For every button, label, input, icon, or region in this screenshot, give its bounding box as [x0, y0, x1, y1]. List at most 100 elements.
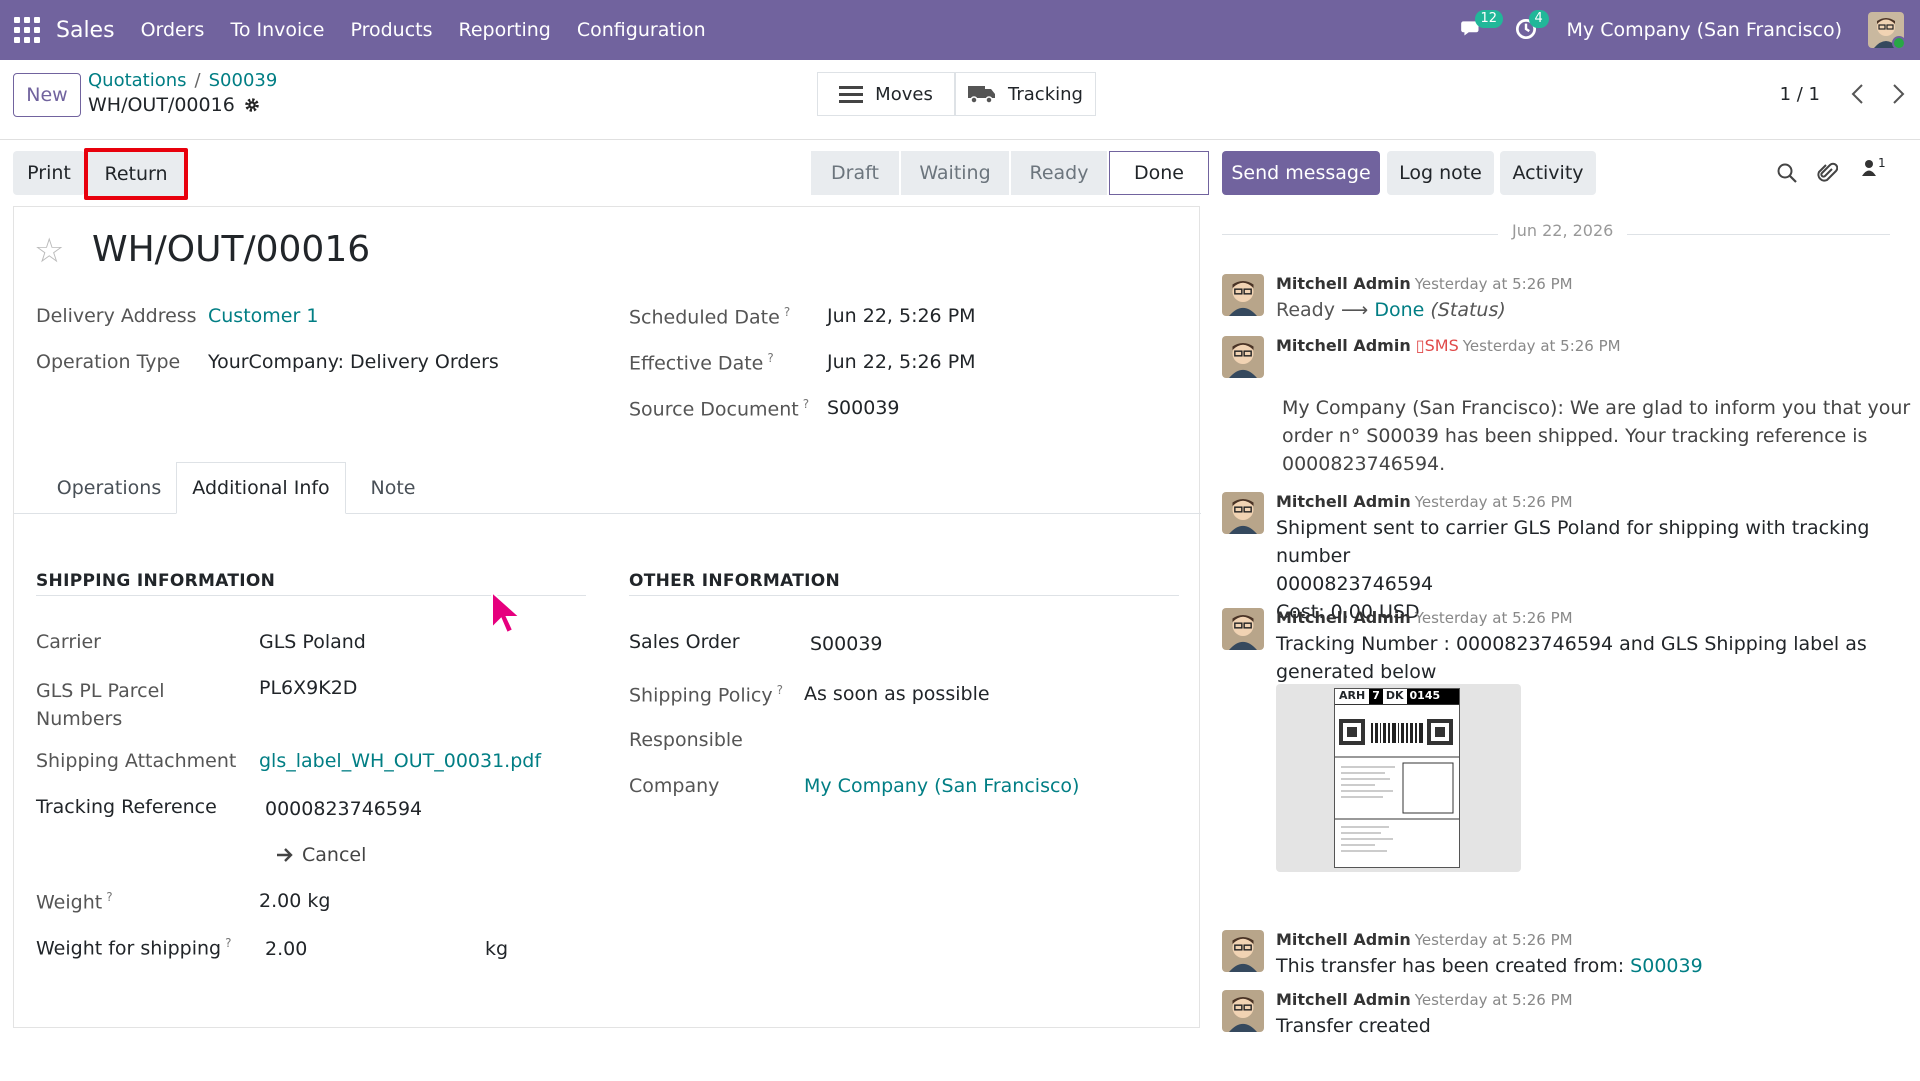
author-avatar[interactable]: [1222, 608, 1264, 650]
effective-date-label: Effective Date?: [629, 351, 774, 375]
message-body: This transfer has been created from: S00…: [1276, 955, 1703, 977]
shipping-label-sheet: ARH 7 DK 0145: [1334, 688, 1460, 868]
menu-configuration[interactable]: Configuration: [577, 19, 706, 41]
sales-order-value[interactable]: S00039: [810, 633, 883, 655]
gear-icon[interactable]: [243, 96, 261, 114]
tab-additional-info[interactable]: Additional Info: [176, 462, 346, 514]
menu-to-invoice[interactable]: To Invoice: [230, 19, 324, 41]
cancel-shipment-button[interactable]: Cancel: [276, 844, 366, 866]
breadcrumb-order[interactable]: S00039: [209, 70, 278, 91]
date-separator: Jun 22, 2026: [1222, 221, 1890, 240]
followers-button[interactable]: 1: [1860, 156, 1886, 178]
author-avatar[interactable]: [1222, 492, 1264, 534]
operation-type-label: Operation Type: [36, 351, 181, 373]
carrier-value[interactable]: GLS Poland: [259, 631, 366, 653]
shipping-info-heading: SHIPPING INFORMATION: [36, 571, 276, 591]
app-name[interactable]: Sales: [56, 18, 115, 43]
shipping-policy-label: Shipping Policy?: [629, 683, 783, 707]
source-order-link[interactable]: S00039: [1630, 955, 1703, 977]
breadcrumb: Quotations / S00039: [88, 70, 277, 91]
tracking-reference-value[interactable]: 0000823746594: [265, 798, 422, 820]
mouse-pointer-icon: [491, 590, 523, 635]
tracking-old-value: Ready: [1276, 299, 1335, 321]
messages-icon[interactable]: 12: [1459, 10, 1504, 44]
list-icon: [839, 86, 864, 103]
menu-reporting[interactable]: Reporting: [459, 19, 551, 41]
tracking-reference-label: Tracking Reference: [36, 796, 217, 818]
weight-for-shipping-input[interactable]: 2.00: [265, 938, 307, 960]
menu-products[interactable]: Products: [350, 19, 432, 41]
parcel-numbers-label: GLS PL Parcel Numbers: [36, 680, 165, 730]
message-author[interactable]: Mitchell Admin: [1276, 492, 1411, 511]
stage-draft[interactable]: Draft: [811, 151, 901, 195]
tracking-label: Tracking: [1008, 83, 1083, 105]
shipping-label-image[interactable]: ARH 7 DK 0145: [1276, 684, 1521, 872]
delivery-address-value[interactable]: Customer 1: [208, 305, 318, 327]
operation-type-value[interactable]: YourCompany: Delivery Orders: [208, 351, 499, 373]
moves-smart-button[interactable]: Moves: [817, 72, 955, 116]
sales-order-label: Sales Order: [629, 631, 740, 653]
print-button[interactable]: Print: [13, 151, 85, 195]
followers-count: 1: [1878, 156, 1886, 170]
activities-badge: 4: [1528, 10, 1549, 28]
pager-value[interactable]: 1 / 1: [1780, 84, 1820, 105]
message-author[interactable]: Mitchell Admin: [1276, 990, 1411, 1009]
star-icon[interactable]: ☆: [34, 231, 64, 271]
send-message-button[interactable]: Send message: [1222, 151, 1380, 195]
parcel-numbers-value[interactable]: PL6X9K2D: [259, 677, 357, 699]
carrier-label: Carrier: [36, 631, 101, 653]
message-time: Yesterday at 5:26 PM: [1414, 991, 1573, 1009]
paperclip-icon[interactable]: [1816, 161, 1838, 185]
tab-operations[interactable]: Operations: [44, 462, 174, 514]
activity-button[interactable]: Activity: [1500, 151, 1596, 195]
messages-badge: 12: [1474, 10, 1504, 28]
systray: 12 4 My Company (San Francisco): [1459, 0, 1904, 60]
app-menu-icon[interactable]: [14, 17, 40, 43]
stage-ready[interactable]: Ready: [1011, 151, 1109, 195]
label-code: ARH: [1339, 689, 1366, 702]
message-author[interactable]: Mitchell Admin: [1276, 608, 1411, 627]
label-code: 7: [1369, 689, 1383, 704]
source-document-value[interactable]: S00039: [827, 397, 900, 419]
shipping-attachment-link[interactable]: gls_label_WH_OUT_00031.pdf: [259, 750, 541, 772]
breadcrumb-quotations[interactable]: Quotations: [88, 70, 187, 91]
chatter-panel: Jun 22, 2026 Mitchell Admin Yesterday at …: [1200, 206, 1920, 1081]
tracking-field-name: (Status): [1430, 299, 1506, 321]
author-avatar[interactable]: [1222, 336, 1264, 378]
control-panel: New Quotations / S00039 WH/OUT/00016 Moves…: [0, 60, 1920, 140]
message-body: Tracking Number : 0000823746594 and GLS …: [1276, 633, 1867, 683]
stage-done[interactable]: Done: [1109, 151, 1209, 195]
tracking-smart-button[interactable]: Tracking: [955, 72, 1096, 116]
label-code: DK: [1385, 689, 1404, 702]
stage-waiting[interactable]: Waiting: [901, 151, 1011, 195]
message-author[interactable]: Mitchell Admin: [1276, 336, 1411, 355]
form-sheet: ☆ WH/OUT/00016 Delivery Address Customer…: [13, 206, 1201, 1028]
menu-orders[interactable]: Orders: [141, 19, 205, 41]
company-switcher[interactable]: My Company (San Francisco): [1567, 19, 1842, 41]
message-author[interactable]: Mitchell Admin: [1276, 930, 1411, 949]
tab-note[interactable]: Note: [348, 462, 438, 514]
return-button[interactable]: Return: [84, 148, 188, 200]
message-body: My Company (San Francisco): We are glad …: [1282, 397, 1911, 475]
log-note-button[interactable]: Log note: [1387, 151, 1494, 195]
pager-next-icon[interactable]: [1888, 82, 1908, 106]
activities-icon[interactable]: 4: [1513, 10, 1549, 44]
new-button[interactable]: New: [13, 73, 81, 117]
action-bar: Print Return Draft Waiting Ready Done Se…: [0, 140, 1920, 206]
user-avatar[interactable]: [1868, 12, 1904, 48]
message-author[interactable]: Mitchell Admin: [1276, 274, 1411, 293]
pager-previous-icon[interactable]: [1848, 82, 1868, 106]
author-avatar[interactable]: [1222, 930, 1264, 972]
company-label: Company: [629, 775, 720, 797]
message-body: Transfer created: [1276, 1015, 1431, 1037]
tracking-new-value: Done: [1374, 299, 1425, 321]
weight-value: 2.00 kg: [259, 890, 331, 912]
search-icon[interactable]: [1776, 162, 1798, 184]
author-avatar[interactable]: [1222, 274, 1264, 316]
author-avatar[interactable]: [1222, 990, 1264, 1032]
company-value[interactable]: My Company (San Francisco): [804, 775, 1079, 797]
shipping-policy-value[interactable]: As soon as possible: [804, 683, 990, 705]
source-document-label: Source Document?: [629, 397, 810, 421]
scheduled-date-value[interactable]: Jun 22, 5:26 PM: [827, 305, 976, 327]
label-code: 0145: [1406, 689, 1459, 704]
